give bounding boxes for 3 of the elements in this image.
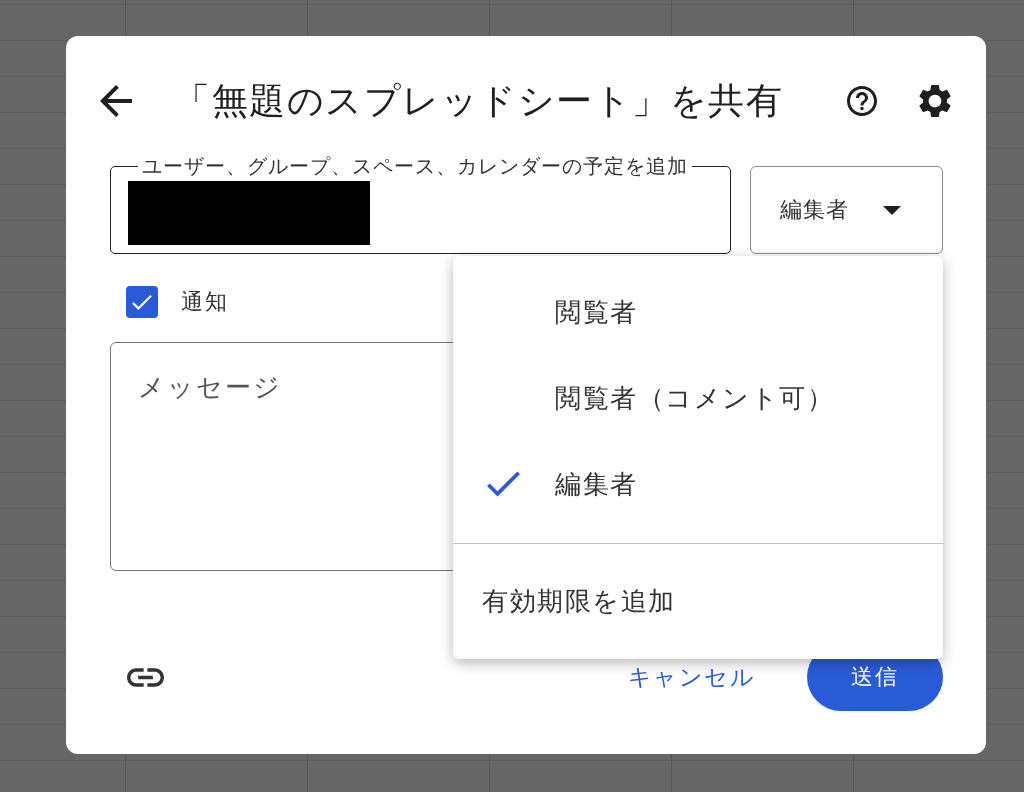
field-label: ユーザー、グループ、スペース、カレンダーの予定を追加 xyxy=(141,156,689,176)
dialog-title: 「無題のスプレッドシート」を共有 xyxy=(174,78,784,123)
notify-label: 通知 xyxy=(181,288,229,316)
